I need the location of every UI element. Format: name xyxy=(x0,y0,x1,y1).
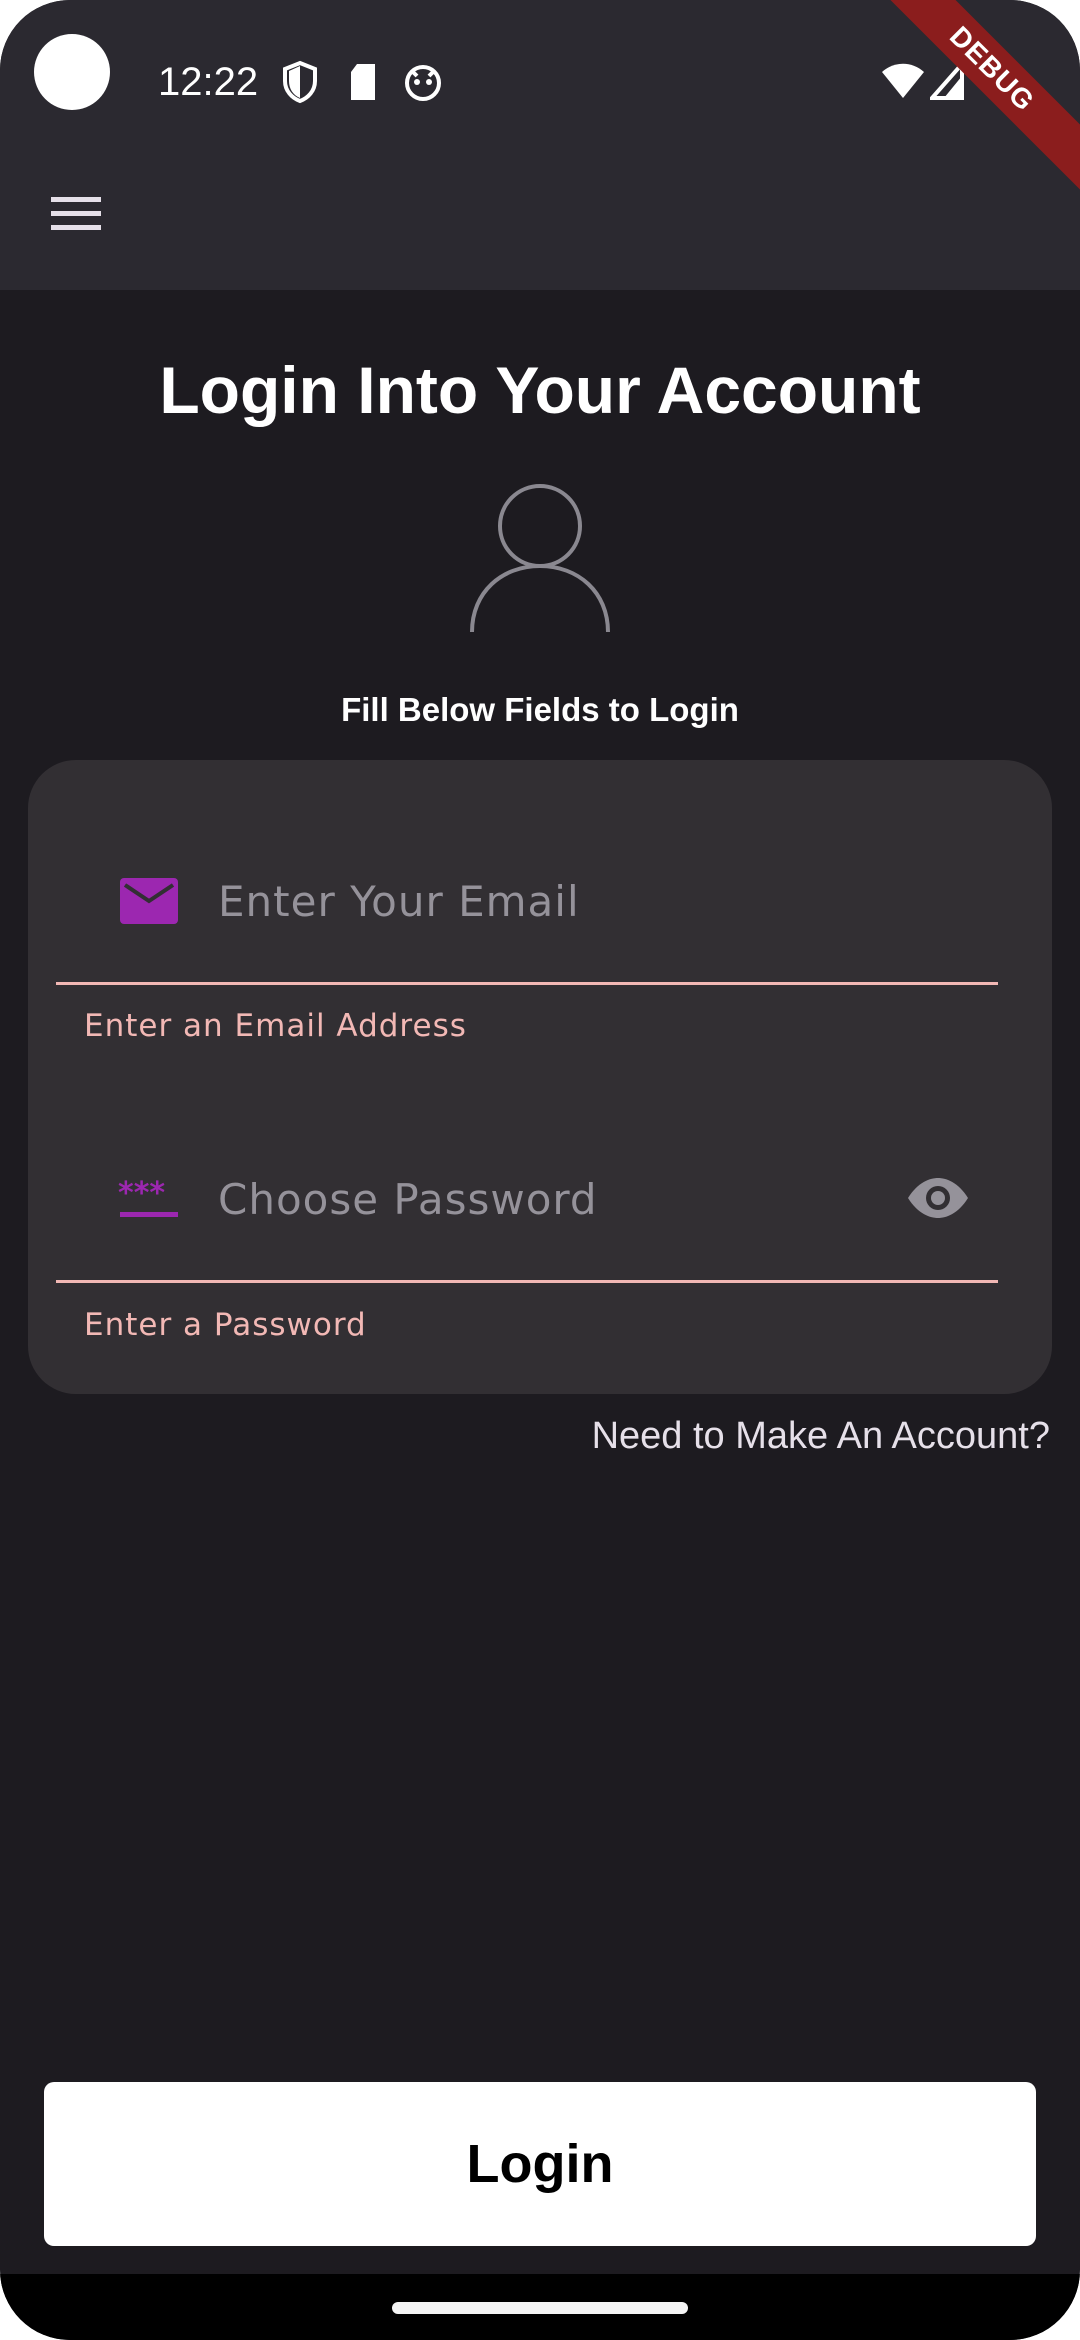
email-input[interactable] xyxy=(216,850,860,952)
person-outline-icon xyxy=(470,484,610,634)
login-button[interactable]: Login xyxy=(44,2082,1036,2246)
toggle-password-visibility[interactable] xyxy=(898,1160,978,1240)
page-title: Login Into Your Account xyxy=(159,353,921,427)
menu-button[interactable] xyxy=(40,180,112,252)
sd-card-icon xyxy=(348,62,378,107)
email-underline xyxy=(56,982,998,985)
password-underline xyxy=(56,1280,998,1283)
wifi-icon xyxy=(880,62,926,105)
front-camera xyxy=(34,34,110,110)
email-field[interactable] xyxy=(56,834,998,985)
home-indicator[interactable] xyxy=(392,2302,688,2314)
hamburger-menu-icon xyxy=(49,195,103,238)
password-field[interactable]: *** xyxy=(56,1132,998,1283)
form-subtitle: Fill Below Fields to Login xyxy=(341,691,739,728)
cat-face-icon xyxy=(404,64,442,107)
mail-icon xyxy=(118,870,180,932)
svg-text:***: *** xyxy=(118,1179,165,1211)
shield-icon xyxy=(282,60,318,109)
eye-icon xyxy=(906,1176,970,1225)
password-dots-icon: *** xyxy=(118,1168,180,1230)
phone-screen: 12:22 DEBUG Login Into Your Account Fill… xyxy=(0,0,1080,2340)
password-error-text: Enter a Password xyxy=(84,1307,367,1343)
status-time: 12:22 xyxy=(158,60,259,104)
email-error-text: Enter an Email Address xyxy=(84,1008,467,1044)
password-input[interactable] xyxy=(216,1148,860,1250)
app-bar: 12:22 DEBUG xyxy=(0,0,1080,290)
signup-link[interactable]: Need to Make An Account? xyxy=(592,1412,1050,1460)
